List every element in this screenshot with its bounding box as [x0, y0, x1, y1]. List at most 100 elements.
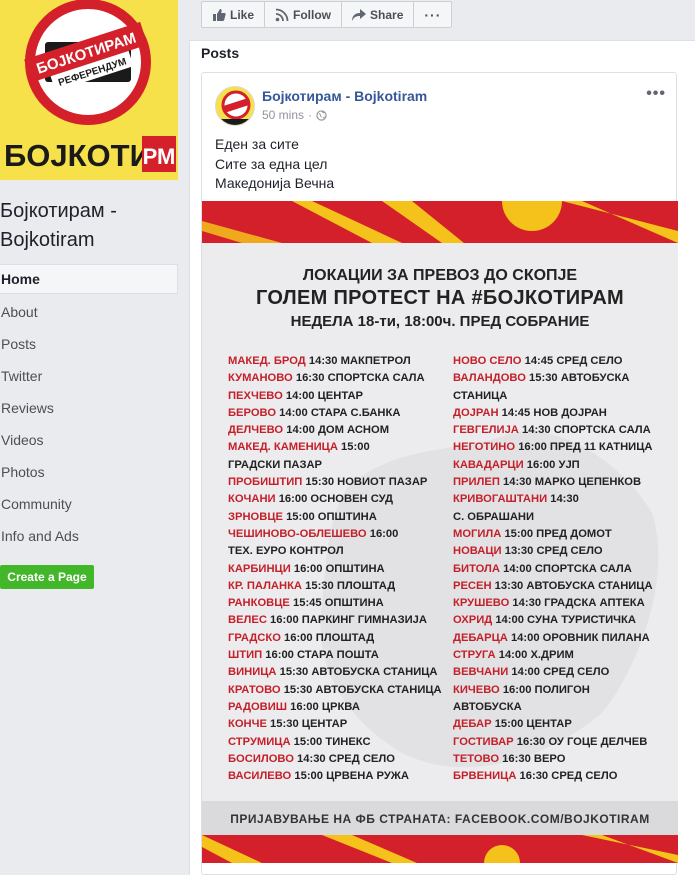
- poster-title-2: ГОЛЕМ ПРОТЕСТ НА #БОЈКОТИРАМ: [255, 287, 625, 309]
- posts-heading: Posts: [201, 45, 240, 61]
- location-row: КРУШЕВО 14:30 ГРАДСКА АПТЕКА: [453, 595, 653, 612]
- location-city: ПЕХЧЕВО: [228, 389, 283, 402]
- profile-picture[interactable]: БОЈКОТИРАМ РЕФЕРЕНДУМ БОЈКОТИ РМ: [0, 0, 178, 180]
- location-city: КРИВОГАШТАНИ: [453, 493, 548, 506]
- location-info: 15:00: [341, 441, 370, 454]
- location-city: НЕГОТИНО: [453, 441, 516, 454]
- location-info: 16:00: [369, 527, 399, 540]
- location-row: КАВАДАРЦИ 16:00 УЈП: [453, 457, 653, 474]
- location-row: РАНКОВЦЕ 15:45 ОПШТИНА: [228, 595, 442, 612]
- more-dots-icon: ···: [424, 6, 442, 23]
- follow-button[interactable]: Follow: [265, 2, 343, 27]
- location-row: ДЕЛЧЕВО 14:00 ДОМ АСНОМ: [228, 422, 442, 439]
- page-name[interactable]: Бојкотирам - Bojkotiram: [0, 197, 180, 255]
- location-city: ШТИП: [228, 649, 263, 662]
- location-info: 16:00 ОПШТИНА: [293, 562, 385, 575]
- location-info: 14:45 СРЕД СЕЛО: [524, 355, 623, 367]
- location-info: 14:00 СПОРТСКА САЛА: [503, 562, 632, 575]
- nav-item-posts[interactable]: Posts: [0, 328, 178, 360]
- location-row: БРВЕНИЦА 16:30 СРЕД СЕЛО: [453, 768, 653, 785]
- nav-item-about[interactable]: About: [0, 296, 178, 328]
- location-city: ДОЈРАН: [453, 406, 499, 419]
- location-info: 13:30 АВТОБУСКА СТАНИЦА: [494, 579, 653, 592]
- location-row: С. ОБРАШАНИ: [453, 509, 653, 526]
- location-info: 14:30 ГРАДСКА АПТЕКА: [512, 597, 645, 610]
- location-row: ТЕТОВО 16:30 ВЕРО: [453, 751, 653, 768]
- post-time-text: 50 mins: [262, 108, 305, 122]
- location-info: С. ОБРАШАНИ: [453, 510, 535, 523]
- follow-label: Follow: [293, 7, 332, 22]
- nav-item-videos[interactable]: Videos: [0, 424, 178, 456]
- location-city: ЧЕШИНОВО-ОБЛЕШЕВО: [228, 527, 367, 540]
- location-row: РЕСЕН 13:30 АВТОБУСКА СТАНИЦА: [453, 578, 653, 595]
- location-row: АВТОБУСКА: [453, 699, 653, 716]
- location-info: 16:30 ВЕРО: [502, 752, 566, 765]
- post-avatar[interactable]: [215, 86, 255, 126]
- create-page-button[interactable]: Create a Page: [0, 565, 94, 589]
- location-city: РАДОВИШ: [228, 700, 288, 713]
- poster-title-1: ЛОКАЦИИ ЗА ПРЕВОЗ ДО СКОПЈЕ: [302, 267, 578, 284]
- poster-footer: ПРИЈАВУВАЊЕ НА ФБ СТРАНАТА: FACEBOOK.COM…: [202, 801, 678, 837]
- location-city: КРАТОВО: [228, 683, 281, 696]
- location-city: СТРУМИЦА: [228, 735, 291, 748]
- nav-item-reviews[interactable]: Reviews: [0, 392, 178, 424]
- location-city: БОСИЛОВО: [228, 752, 294, 765]
- location-info: 14:30 МАРКО ЦЕПЕНКОВ: [503, 476, 642, 489]
- nav-item-photos[interactable]: Photos: [0, 456, 178, 488]
- location-row: ДЕБАР 15:00 ЦЕНТАР: [453, 716, 653, 733]
- location-row: БЕРОВО 14:00 СТАРА С.БАНКА: [228, 405, 442, 422]
- location-info: 14:30 СПОРТСКА САЛА: [522, 424, 651, 437]
- post-author-link[interactable]: Бојкотирам - Bojkotiram: [262, 88, 427, 104]
- like-button[interactable]: Like: [202, 2, 266, 27]
- location-row: КРАТОВО 15:30 АВТОБУСКА СТАНИЦА: [228, 682, 442, 699]
- location-row: КРИВОГАШТАНИ 14:30: [453, 491, 653, 508]
- location-info: 15:00 ТИНЕКС: [293, 735, 371, 748]
- location-row: ВИНИЦА 15:30 АВТОБУСКА СТАНИЦА: [228, 664, 442, 681]
- location-city: КИЧЕВО: [453, 683, 500, 696]
- flag-banner-bottom: [202, 835, 678, 863]
- share-button[interactable]: Share: [342, 2, 415, 27]
- post-timestamp[interactable]: 50 mins ·: [262, 108, 327, 122]
- post-options-button[interactable]: •••: [646, 85, 666, 103]
- nav-item-twitter[interactable]: Twitter: [0, 360, 178, 392]
- location-city: ДЕБАРЦА: [453, 631, 508, 644]
- location-row: СТАНИЦА: [453, 388, 653, 405]
- location-info: 16:30 СРЕД СЕЛО: [519, 770, 618, 783]
- share-label: Share: [370, 7, 404, 22]
- location-info: 15:00 ОПШТИНА: [286, 510, 377, 523]
- logo-image: БОЈКОТИРАМ РЕФЕРЕНДУМ БОЈКОТИ РМ: [0, 0, 178, 180]
- nav-item-info-and-ads[interactable]: Info and Ads: [0, 520, 178, 552]
- nav-item-community[interactable]: Community: [0, 488, 178, 520]
- location-info: 15:30 НОВИОТ ПАЗАР: [305, 476, 428, 489]
- location-row: ГРАДСКИ ПАЗАР: [228, 457, 442, 474]
- location-city: ТЕТОВО: [453, 752, 500, 765]
- location-info: 15:30 АВТОБУСКА: [529, 372, 630, 385]
- location-row: БОСИЛОВО 14:30 СРЕД СЕЛО: [228, 751, 442, 768]
- location-info: 14:00 Х.ДРИМ: [498, 649, 574, 662]
- location-city: ПРОБИШТИП: [228, 476, 303, 489]
- location-city: ВАСИЛЕВО: [228, 770, 292, 783]
- poster-title-3: НЕДЕЛА 18-ти, 18:00ч. ПРЕД СОБРАНИЕ: [290, 313, 590, 330]
- location-city: ДЕЛЧЕВО: [228, 424, 284, 437]
- post-time-separator: ·: [308, 108, 313, 122]
- location-info: 15:00 ЦРВЕНА РУЖА: [294, 770, 410, 783]
- more-options-button[interactable]: ···: [414, 2, 451, 27]
- nav-item-home[interactable]: Home: [0, 264, 178, 294]
- location-info: 16:00 ПОЛИГОН: [502, 683, 590, 696]
- location-city: КОНЧЕ: [228, 718, 267, 731]
- location-info: 16:00 ПАРКИНГ ГИМНАЗИЈА: [270, 614, 427, 627]
- location-city: РЕСЕН: [453, 579, 492, 592]
- location-city: МАКЕД. КАМЕНИЦА: [228, 441, 338, 454]
- location-info: 14:45 НОВ ДОЈРАН: [501, 406, 607, 419]
- location-city: ПРИЛЕП: [453, 476, 500, 489]
- location-info: 15:00 ЦЕНТАР: [494, 718, 572, 731]
- location-city: МАКЕД. БРОД: [228, 355, 306, 367]
- location-info: 15:30 АВТОБУСКА СТАНИЦА: [279, 666, 438, 679]
- location-row: ЗРНОВЦЕ 15:00 ОПШТИНА: [228, 509, 442, 526]
- logo-word: БОЈКОТИ: [4, 138, 152, 173]
- location-city: ЗРНОВЦЕ: [228, 510, 283, 523]
- avatar-logo-icon: [216, 87, 254, 125]
- location-info: 16:00 СТАРА ПОШТА: [265, 649, 379, 662]
- post-image[interactable]: ЛОКАЦИИ ЗА ПРЕВОЗ ДО СКОПЈЕ ГОЛЕМ ПРОТЕС…: [202, 201, 678, 863]
- location-info: СТАНИЦА: [453, 389, 508, 402]
